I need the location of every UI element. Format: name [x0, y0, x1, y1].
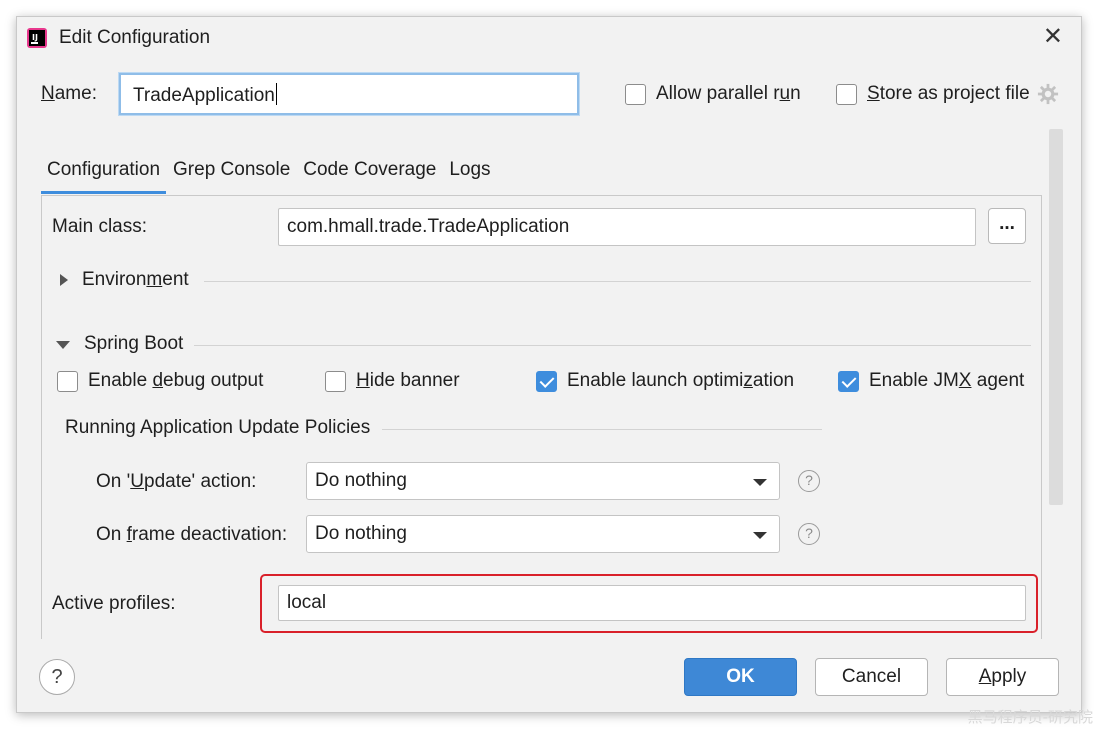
update-policies-title: Running Application Update Policies: [65, 417, 371, 438]
active-profiles-label: Active profiles:: [52, 593, 176, 614]
enable-jmx-agent-label: Enable JMX agent: [869, 370, 1025, 391]
title-bar: IJ Edit Configuration ✕: [17, 17, 1081, 61]
on-update-action-select[interactable]: Do nothing: [306, 462, 780, 500]
apply-button[interactable]: Apply: [946, 658, 1059, 696]
main-class-input[interactable]: com.hmall.trade.TradeApplication: [278, 208, 976, 246]
enable-debug-output-label: Enable debug output: [88, 370, 264, 391]
on-update-action-label: On 'Update' action:: [96, 471, 257, 492]
active-profiles-input[interactable]: local: [278, 585, 1026, 621]
enable-jmx-agent-checkbox[interactable]: Enable JMX agent: [838, 370, 1024, 392]
tab-logs[interactable]: Logs: [443, 155, 496, 194]
tab-grep-console[interactable]: Grep Console: [167, 155, 296, 194]
text-caret: [275, 83, 277, 105]
hide-banner-label: Hide banner: [356, 370, 460, 391]
intellij-app-icon: IJ: [27, 28, 47, 48]
ok-button[interactable]: OK: [684, 658, 797, 696]
update-policies-separator: [382, 429, 822, 430]
spring-boot-separator: [194, 345, 1031, 346]
checkbox-box[interactable]: [625, 83, 646, 105]
name-label: Name:: [41, 83, 97, 104]
spring-boot-collapse-icon[interactable]: [56, 341, 70, 349]
cancel-button[interactable]: Cancel: [815, 658, 928, 696]
main-class-label: Main class:: [52, 216, 148, 237]
gear-icon[interactable]: [1037, 83, 1059, 105]
configuration-panel: Main class: com.hmall.trade.TradeApplica…: [41, 195, 1042, 639]
store-as-project-file-label: Store as project file: [867, 83, 1030, 104]
watermark: 黑马程序员-研究院: [967, 708, 1093, 726]
environment-expand-icon[interactable]: [60, 274, 68, 286]
enable-debug-output-checkbox[interactable]: Enable debug output: [57, 370, 263, 392]
close-icon[interactable]: ✕: [1043, 23, 1063, 51]
dialog-title: Edit Configuration: [59, 27, 211, 48]
vertical-scrollbar[interactable]: [1049, 129, 1063, 505]
environment-separator: [204, 281, 1031, 282]
browse-main-class-button[interactable]: ...: [988, 208, 1026, 244]
svg-text:IJ: IJ: [32, 33, 38, 42]
name-input[interactable]: TradeApplication: [119, 73, 579, 115]
dropdown-arrow-icon: [753, 479, 767, 486]
allow-parallel-run-checkbox[interactable]: Allow parallel run: [625, 83, 801, 105]
tab-bar: Configuration Grep Console Code Coverage…: [41, 155, 497, 194]
checkbox-checked[interactable]: [536, 370, 557, 392]
tab-code-coverage[interactable]: Code Coverage: [297, 155, 442, 194]
checkbox-box[interactable]: [57, 370, 78, 392]
help-icon[interactable]: ?: [798, 523, 820, 545]
enable-launch-optimization-label: Enable launch optimization: [567, 370, 795, 391]
help-button[interactable]: ?: [39, 659, 75, 695]
on-frame-deactivation-select[interactable]: Do nothing: [306, 515, 780, 553]
allow-parallel-run-label: Allow parallel run: [656, 83, 801, 104]
tab-configuration[interactable]: Configuration: [41, 155, 167, 194]
on-frame-deactivation-label: On frame deactivation:: [96, 524, 288, 545]
checkbox-checked[interactable]: [838, 370, 859, 392]
store-as-project-file-checkbox[interactable]: Store as project file: [836, 83, 1030, 105]
dropdown-arrow-icon: [753, 532, 767, 539]
help-icon[interactable]: ?: [798, 470, 820, 492]
edit-configuration-dialog: IJ Edit Configuration ✕ Name: TradeAppli…: [16, 16, 1082, 713]
environment-section-title[interactable]: Environment: [82, 269, 189, 291]
enable-launch-optimization-checkbox[interactable]: Enable launch optimization: [536, 370, 794, 392]
hide-banner-checkbox[interactable]: Hide banner: [325, 370, 460, 392]
checkbox-box[interactable]: [836, 83, 857, 105]
spring-boot-section-title[interactable]: Spring Boot: [84, 333, 183, 355]
checkbox-box[interactable]: [325, 370, 346, 392]
